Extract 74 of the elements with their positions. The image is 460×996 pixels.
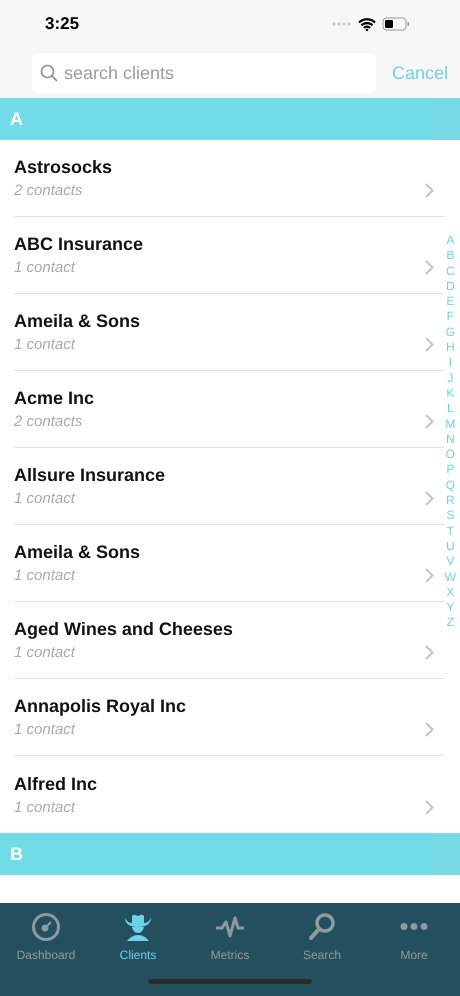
client-row[interactable]: Alfred Inc 1 contact [0, 756, 460, 833]
client-name: Ameila & Sons [14, 542, 140, 563]
cancel-button[interactable]: Cancel [392, 62, 448, 84]
client-row[interactable]: Astrosocks 2 contacts [0, 140, 460, 217]
contact-count: 1 contact [14, 644, 75, 661]
contact-count: 1 contact [14, 336, 75, 353]
index-letter[interactable]: X [446, 584, 454, 600]
wifi-icon [358, 18, 376, 30]
index-letter[interactable]: U [446, 538, 455, 554]
client-name: Alfred Inc [14, 774, 98, 794]
index-letter[interactable]: G [446, 324, 455, 340]
search-icon [307, 912, 337, 942]
chevron-icon [425, 568, 434, 583]
signal-icon [332, 22, 352, 26]
contact-count: 2 contacts [14, 182, 82, 199]
more-icon [399, 923, 429, 930]
client-name: Allsure Insurance [14, 465, 166, 486]
search-icon [40, 64, 58, 82]
chevron-icon [425, 260, 434, 275]
index-letter[interactable]: T [446, 524, 454, 539]
index-letter[interactable]: V [446, 554, 454, 570]
contact-count: 1 contact [14, 721, 75, 738]
client-row[interactable]: Annapolis Royal Inc 1 contact [0, 679, 460, 756]
tab[interactable]: Dashboard [0, 903, 92, 973]
status-time: 3:25 [45, 14, 80, 34]
index-letter[interactable]: L [446, 401, 454, 417]
index-letter[interactable]: J [447, 370, 454, 386]
section-letter: B [10, 844, 23, 864]
contact-count: 1 contact [14, 490, 75, 507]
index-letter[interactable]: M [445, 416, 456, 432]
chevron-icon [425, 491, 434, 506]
chevron-icon [425, 645, 434, 660]
search-field[interactable]: search clients [32, 53, 376, 93]
index-letter[interactable]: O [446, 447, 455, 462]
chevron-icon [425, 183, 434, 198]
tab[interactable]: Search [276, 903, 368, 973]
chevron-icon [425, 337, 434, 352]
contact-count: 1 contact [14, 567, 75, 584]
index-letter[interactable]: Z [446, 615, 454, 631]
chevron-icon [425, 800, 434, 814]
client-name: Aged Wines and Cheeses [14, 619, 233, 640]
index-letter[interactable]: C [446, 264, 455, 279]
tab[interactable]: Metrics [184, 903, 276, 973]
index-letter[interactable]: W [444, 570, 456, 585]
index-letter[interactable]: S [446, 508, 454, 524]
index-letter[interactable]: N [446, 432, 455, 448]
contact-count: 1 contact [14, 798, 75, 816]
index-letter[interactable]: P [446, 462, 454, 478]
index-letter[interactable]: A [446, 233, 454, 248]
index-letter[interactable]: K [446, 386, 454, 402]
tab[interactable]: More [368, 903, 460, 973]
battery-icon [382, 17, 410, 31]
cowboy-icon [123, 912, 153, 942]
client-name: Ameila & Sons [14, 311, 140, 332]
index-letter[interactable]: B [446, 248, 454, 264]
tab[interactable]: Clients [92, 903, 184, 973]
chevron-icon [425, 414, 434, 429]
client-name: Acme Inc [14, 388, 94, 409]
client-name: ABC Insurance [14, 234, 144, 255]
contact-count: 2 contacts [14, 413, 82, 430]
client-name: Astrosocks [14, 157, 112, 178]
index-letter[interactable]: H [446, 340, 455, 356]
contact-count: 1 contact [14, 259, 75, 276]
index-letter[interactable]: E [446, 294, 454, 310]
index-letter[interactable]: D [446, 278, 455, 294]
client-name: Annapolis Royal Inc [14, 696, 186, 717]
gauge-icon [31, 912, 61, 942]
section-letter: A [10, 108, 23, 130]
index-letter[interactable]: F [446, 309, 454, 325]
index-letter[interactable]: R [446, 493, 455, 508]
index-letter[interactable]: Y [446, 600, 454, 616]
chevron-icon [425, 722, 434, 737]
index-letter[interactable]: I [448, 355, 452, 371]
index-letter[interactable]: Q [446, 478, 455, 494]
